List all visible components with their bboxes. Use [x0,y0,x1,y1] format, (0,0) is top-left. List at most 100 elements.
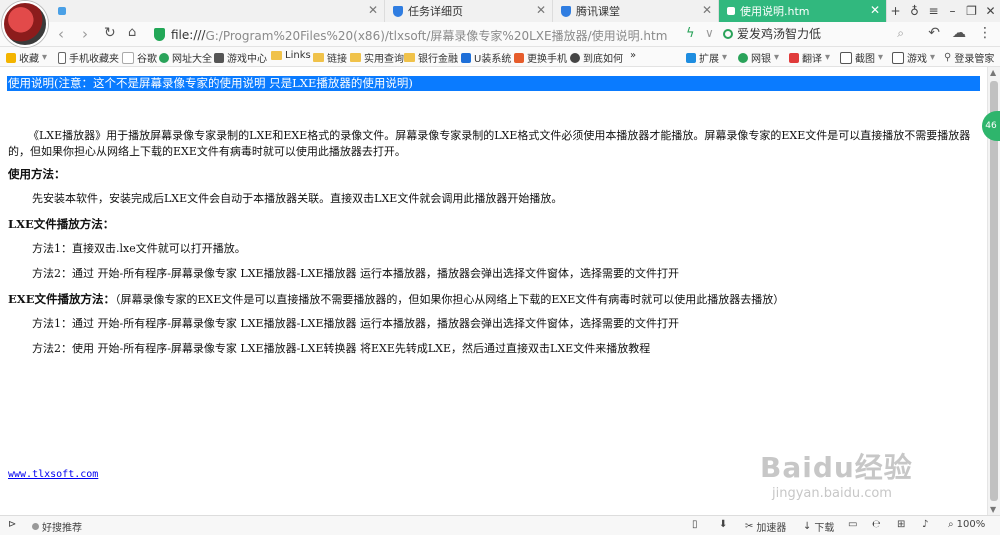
scroll-down-icon[interactable]: ▼ [990,505,996,514]
download-speed-icon[interactable]: ⬇ [719,519,727,530]
key-icon: ⚲ [944,52,952,63]
recommend-item[interactable]: 好搜推荐 [32,519,82,534]
more-icon[interactable]: ⋮ [978,25,992,41]
lxe-heading: LXE文件播放方法： [8,217,115,231]
bookmark-site-nav[interactable]: 网址大全 [159,50,212,65]
bookmark-google[interactable]: 谷歌 [122,50,157,65]
download-button[interactable]: ↓ 下载 [803,519,834,534]
tab-task-detail[interactable]: 任务详细页 ✕ [385,0,553,22]
screen-icon[interactable]: ▭ [848,519,857,530]
question-icon [570,52,580,63]
bookmark-games[interactable]: 游戏中心 [214,50,267,65]
minimize-icon[interactable]: – [943,4,962,18]
tab-title: 腾讯课堂 [576,5,620,18]
scroll-thumb[interactable] [990,81,998,501]
restore-icon[interactable]: ❐ [962,4,981,18]
folder-icon [350,53,361,62]
refresh-icon[interactable]: ↻ [104,25,116,41]
nav-right-buttons: ↶ ☁ ⋮ [928,25,992,41]
status-bar: ⊳ 好搜推荐 ▯ ⬇ ✂ 加速器 ↓ 下载 ▭ ℮ ⊞ ♪ ⌕ 100% [0,515,1000,535]
close-icon[interactable]: ✕ [368,3,378,17]
watermark-url: jingyan.baidu.com [772,486,892,501]
tab-tencent-class[interactable]: 腾讯课堂 ✕ [553,0,719,22]
bookmark-links[interactable]: Links [271,50,311,61]
close-icon[interactable]: ✕ [702,3,712,17]
gamepad-icon [892,51,904,64]
ext-translate[interactable]: 翻译 ▾ [789,50,830,65]
address-bar[interactable]: file:/// G:/Program%20Files%20(x86)/tlxs… [150,24,707,46]
menu-icon[interactable]: ≡ [924,4,943,18]
noimage-icon[interactable]: ⊞ [897,519,905,530]
ext-games[interactable]: 游戏 ▾ [892,50,935,65]
dot-icon [32,523,39,530]
new-tab-icon[interactable]: + [886,4,905,18]
bookmark-howto[interactable]: 到底如何 [570,50,623,65]
page-icon [122,51,134,64]
sidebar-toggle-icon[interactable]: ⊳ [8,519,16,530]
doc-intro: 《LXE播放器》用于播放屏幕录像专家录制的LXE和EXE格式的录像文件。屏幕录像… [8,129,971,158]
phone-icon[interactable]: ▯ [692,519,698,530]
url-scheme: file:/// [171,28,206,42]
avatar[interactable] [2,1,48,47]
bookmark-phone[interactable]: 更换手机 [514,50,567,65]
shield-icon [393,5,403,17]
tab-usage-doc[interactable]: 使用说明.htm ✕ [719,0,887,22]
accelerator-button[interactable]: ✂ 加速器 [745,519,786,534]
usb-icon [461,52,471,63]
ext-login-manager[interactable]: ⚲ 登录管家 [944,50,994,65]
ie-mode-icon[interactable]: ℮ [872,519,881,530]
speed-mode-icon[interactable]: ϟ [686,26,695,41]
navigation-bar: ‹ › ↻ ⌂ file:/// G:/Program%20Files%20(x… [0,22,1000,47]
forward-icon[interactable]: › [82,25,88,43]
tab-title: 使用说明.htm [740,5,810,18]
tab-title: 任务详细页 [408,5,463,18]
page-icon [58,7,66,15]
ext-screenshot[interactable]: 截图 ▾ [840,50,883,65]
tools-icon: ✂ [745,521,754,532]
cloud-icon[interactable]: ☁ [952,25,966,41]
skin-icon[interactable]: ♁ [905,4,924,18]
ext-extensions[interactable]: 扩展 ▾ [686,50,727,65]
phone-icon [58,51,66,64]
page-content: 使用说明(注意：这个不是屏幕录像专家的使用说明 只是LXE播放器的使用说明) 《… [0,67,988,515]
lxe-method-2: 方法2：通过 开始-所有程序-屏幕录像专家 LXE播放器-LXE播放器 运行本播… [32,267,679,280]
bookmark-bank[interactable]: 银行金融 [404,50,458,65]
sound-icon[interactable]: ♪ [922,519,928,530]
search-icon[interactable]: ⌕ [897,26,904,41]
bookmark-usystem[interactable]: U装系统 [461,50,511,65]
exe-method-1: 方法1：通过 开始-所有程序-屏幕录像专家 LXE播放器-LXE播放器 运行本播… [32,317,679,330]
search-box[interactable]: 爱发鸡汤智力低 ⌕ [723,25,908,42]
security-shield-icon[interactable] [154,28,165,41]
close-icon[interactable]: ✕ [536,3,546,17]
search-engine-icon[interactable] [723,28,733,39]
tab-blurred[interactable]: ✕ [50,0,385,22]
translate-icon [789,52,799,63]
bookmark-query[interactable]: 实用查询 [350,50,404,65]
bookmarks-more[interactable]: » [630,50,636,61]
folder-icon [271,51,282,60]
close-window-icon[interactable]: ✕ [981,4,1000,18]
puzzle-icon [686,52,696,63]
close-icon[interactable]: ✕ [870,3,880,17]
dropdown-icon[interactable]: ∨ [705,26,714,40]
exe-heading: EXE文件播放方法： [8,292,115,306]
undo-icon[interactable]: ↶ [928,25,940,41]
gamepad-icon [214,52,224,63]
search-input[interactable]: 爱发鸡汤智力低 [737,25,821,42]
tab-strip: ✕ 任务详细页 ✕ 腾讯课堂 ✕ 使用说明.htm ✕ + ♁ ≡ – ❐ ✕ [0,0,1000,47]
scissors-icon [840,51,852,64]
scroll-up-icon[interactable]: ▲ [990,68,996,77]
folder-icon [313,53,324,62]
bookmark-favorites[interactable]: 收藏 ▾ [6,50,47,65]
zoom-control[interactable]: ⌕ 100% [948,519,985,530]
shield-icon [561,5,571,17]
ext-netbank[interactable]: 网银 ▾ [738,50,779,65]
star-icon [6,52,16,63]
bookmark-mobile[interactable]: 手机收藏夹 [58,50,119,65]
home-icon[interactable]: ⌂ [128,25,136,40]
site-link[interactable]: www.tlxsoft.com [8,469,98,480]
back-icon[interactable]: ‹ [58,25,64,43]
baidu-watermark: Baidu经验 jingyan.baidu.com [760,446,913,501]
watermark-brand: Baidu经验 [760,451,913,484]
bookmark-links-cn[interactable]: 链接 [313,50,347,65]
